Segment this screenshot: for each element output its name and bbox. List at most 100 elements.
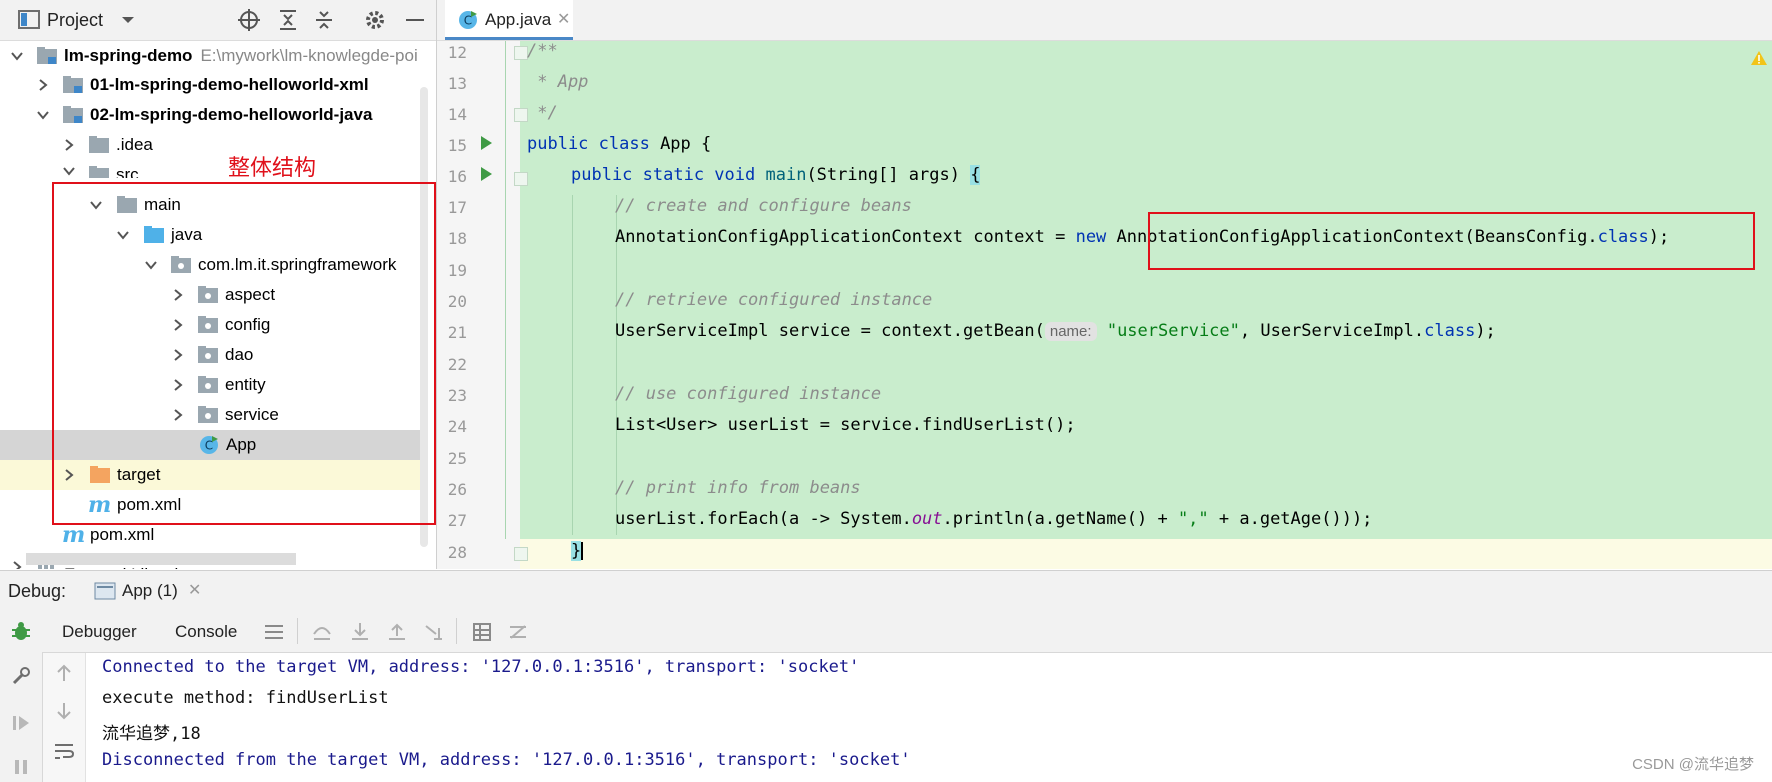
- annotation-box-context: [1148, 212, 1755, 270]
- pause-icon[interactable]: [10, 756, 32, 778]
- debug-title-bar: Debug: App (1) ✕: [0, 570, 1772, 611]
- tree-item-helloworld-xml[interactable]: 01-lm-spring-demo-helloworld-xml: [0, 70, 428, 100]
- tree-item-label: .idea: [116, 135, 153, 154]
- wrench-icon[interactable]: [10, 665, 32, 687]
- soft-wrap-icon[interactable]: [53, 741, 75, 761]
- project-title[interactable]: Project: [47, 10, 103, 31]
- arrow-up-icon[interactable]: [55, 663, 73, 683]
- tree-item-label: 02-lm-spring-demo-helloworld-java: [90, 105, 373, 124]
- indent-guide: [572, 195, 573, 535]
- debug-toolbar: Debugger Console: [42, 610, 1772, 653]
- code-line-27: userList.forEach(a -> System.out.println…: [615, 509, 1372, 529]
- debug-side-toolbar: [0, 610, 43, 782]
- console-line: Connected to the target VM, address: '12…: [102, 657, 860, 677]
- tab-app-java[interactable]: C App.java ✕: [445, 0, 573, 40]
- line-number: 13: [447, 74, 467, 93]
- tree-item-idea[interactable]: .idea: [0, 130, 428, 160]
- chevron-right-icon[interactable]: [10, 560, 24, 569]
- code-token: "userService": [1106, 321, 1240, 341]
- tab-debugger[interactable]: Debugger: [62, 622, 137, 642]
- console-output[interactable]: Connected to the target VM, address: '12…: [86, 653, 1772, 782]
- line-number: 25: [447, 449, 467, 468]
- debug-tab-label: App (1): [122, 581, 178, 600]
- tree-item-lm-spring-demo[interactable]: lm-spring-demo E:\mywork\lm-knowlegde-poi: [0, 41, 428, 71]
- line-number: 18: [447, 229, 467, 248]
- code-token: out: [911, 509, 943, 529]
- gear-icon[interactable]: [364, 9, 386, 31]
- run-icon[interactable]: [481, 136, 492, 150]
- code-token: ",": [1177, 509, 1209, 529]
- project-view-icon[interactable]: [18, 10, 40, 32]
- debug-session-tab[interactable]: App (1) ✕: [86, 571, 206, 611]
- tree-item-src[interactable]: src: [0, 160, 428, 178]
- menu-icon[interactable]: [264, 622, 284, 642]
- code-token: App {: [649, 134, 712, 154]
- trace-icon[interactable]: [508, 622, 528, 642]
- arrow-down-icon[interactable]: [55, 701, 73, 721]
- close-icon[interactable]: ✕: [557, 9, 570, 29]
- run-icon[interactable]: [481, 167, 492, 181]
- tree-horizontal-scrollbar[interactable]: [26, 553, 296, 565]
- step-out-icon[interactable]: [387, 622, 407, 642]
- fold-icon[interactable]: [514, 108, 528, 122]
- warning-icon[interactable]: [1750, 50, 1768, 66]
- chevron-down-icon[interactable]: [120, 12, 142, 34]
- code-token: {: [970, 165, 981, 185]
- code-token: public class: [527, 134, 650, 154]
- java-class-icon: C: [459, 11, 477, 29]
- fold-icon[interactable]: [514, 547, 528, 561]
- text-cursor: [581, 542, 584, 560]
- code-line-15: public class App {: [527, 134, 711, 154]
- code-line-14: */: [527, 103, 558, 123]
- evaluate-icon[interactable]: [472, 622, 492, 642]
- code-token: .println(a.getName() +: [942, 509, 1178, 529]
- tree-item-label: src: [116, 165, 139, 178]
- step-over-icon[interactable]: [312, 622, 332, 642]
- code-token: main: [765, 165, 807, 185]
- folder-icon: [89, 166, 109, 178]
- minimize-icon[interactable]: [404, 9, 426, 31]
- line-number: 26: [447, 480, 467, 499]
- line-number: 27: [447, 511, 467, 530]
- line-number: 24: [447, 417, 467, 436]
- line-number: 23: [447, 386, 467, 405]
- tab-console[interactable]: Console: [175, 622, 237, 642]
- code-line-20: // retrieve configured instance: [615, 290, 933, 310]
- code-token: }: [571, 541, 582, 561]
- close-icon[interactable]: ✕: [188, 580, 201, 600]
- collapse-all-icon[interactable]: [313, 9, 335, 31]
- toolbar-divider: [456, 618, 457, 644]
- app-config-icon: [94, 582, 116, 600]
- debug-title: Debug:: [8, 581, 67, 601]
- fold-icon[interactable]: [514, 172, 528, 186]
- chevron-down-icon[interactable]: [10, 49, 24, 63]
- resume-icon[interactable]: [10, 712, 32, 734]
- chevron-right-icon[interactable]: [36, 78, 50, 92]
- code-token: UserServiceImpl service = context.getBea…: [615, 321, 1045, 341]
- folder-icon: [89, 136, 109, 153]
- chevron-right-icon[interactable]: [62, 138, 76, 152]
- code-line-24: List<User> userList = service.findUserLi…: [615, 415, 1076, 435]
- tree-item-helloworld-java[interactable]: 02-lm-spring-demo-helloworld-java: [0, 100, 428, 130]
- fold-icon[interactable]: [514, 46, 528, 60]
- line-number: 22: [447, 355, 467, 374]
- indent-guide: [505, 41, 506, 539]
- bug-icon[interactable]: [10, 620, 32, 642]
- editor-tab-bar: C App.java ✕: [437, 0, 1772, 41]
- expand-all-icon[interactable]: [277, 9, 299, 31]
- annotation-label-structure: 整体结构: [228, 156, 317, 181]
- locate-icon[interactable]: [238, 9, 260, 31]
- code-token: );: [1475, 321, 1496, 341]
- chevron-down-icon[interactable]: [62, 164, 76, 178]
- run-to-cursor-icon[interactable]: [424, 622, 444, 642]
- svg-text:C: C: [464, 14, 472, 28]
- code-line-16: public static void main(String[] args) {: [571, 165, 981, 185]
- line-number: 19: [447, 261, 467, 280]
- project-toolbar: Project: [0, 0, 436, 41]
- step-into-icon[interactable]: [350, 622, 370, 642]
- chevron-down-icon[interactable]: [36, 108, 50, 122]
- code-token: (String[] args): [806, 165, 971, 185]
- line-number: 17: [447, 198, 467, 217]
- console-line: 流华追梦,18: [102, 724, 201, 744]
- console-side-toolbar: [43, 653, 86, 782]
